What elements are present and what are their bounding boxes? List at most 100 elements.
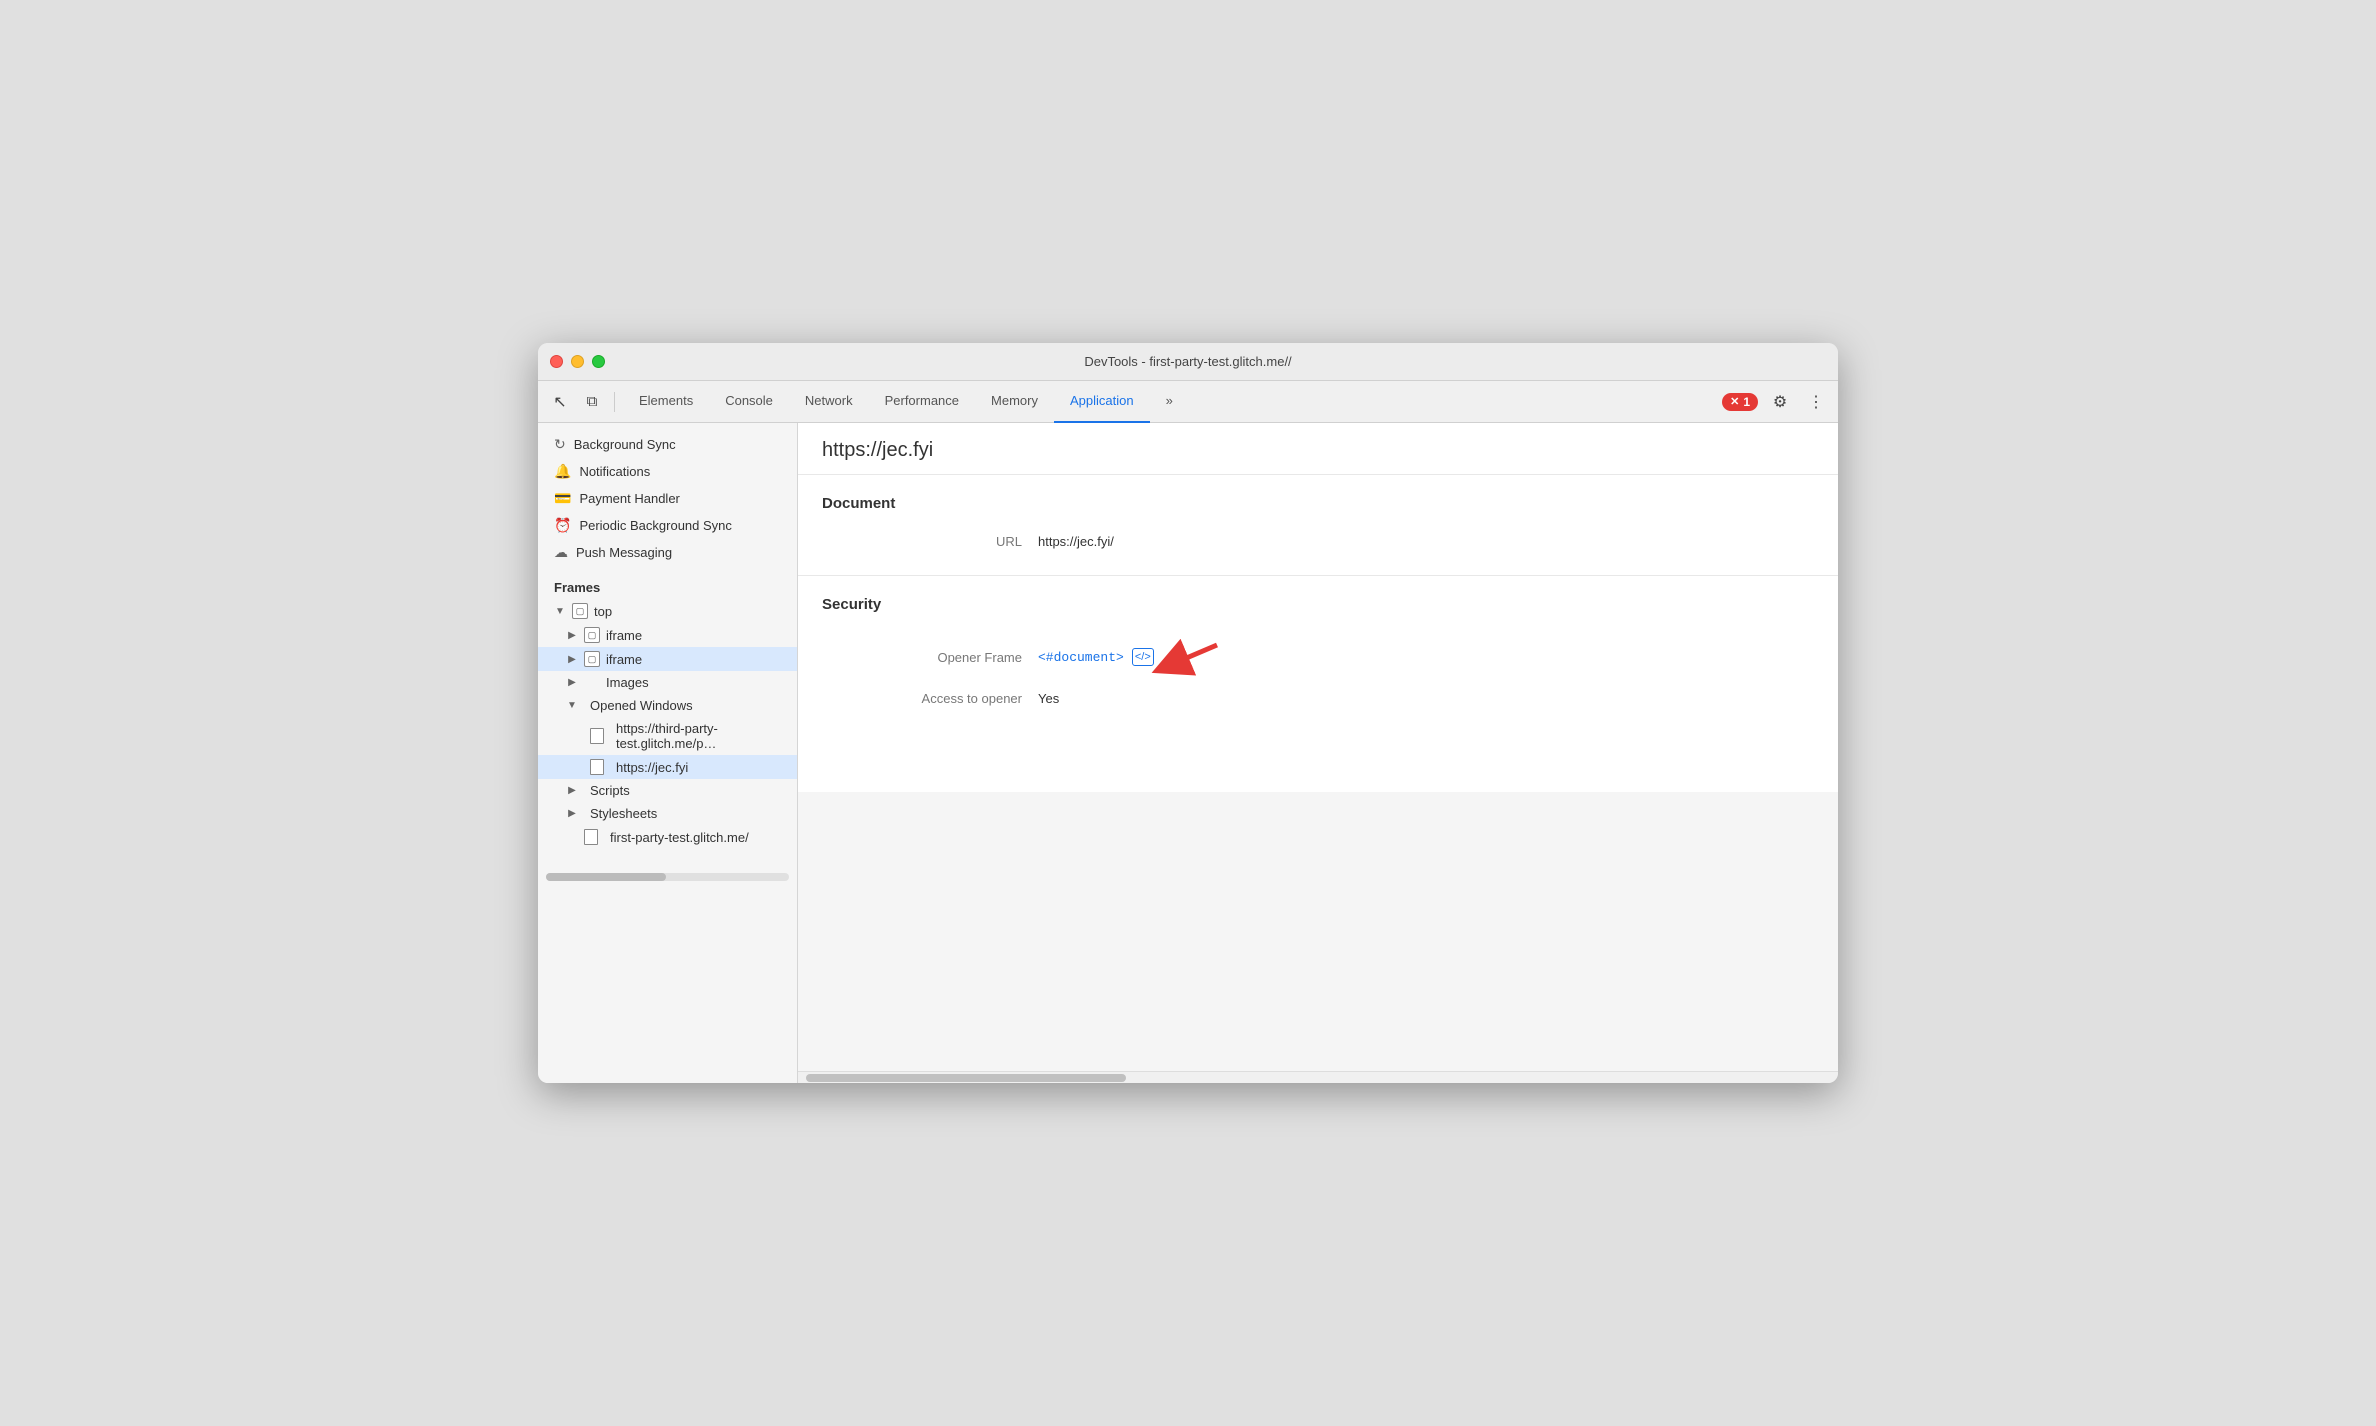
- red-arrow-annotation: [1162, 635, 1222, 679]
- error-x-icon: ✕: [1730, 395, 1739, 408]
- opener-frame-label: Opener Frame: [822, 650, 1022, 665]
- bell-icon: 🔔: [554, 463, 571, 480]
- sidebar-item-label: Notifications: [579, 464, 650, 479]
- tree-item-top[interactable]: ▼ ▢ top: [538, 599, 797, 623]
- main-wrapper: https://jec.fyi Document URL https://jec…: [798, 423, 1838, 1083]
- expand-right-icon: ▶: [566, 653, 578, 665]
- titlebar: DevTools - first-party-test.glitch.me//: [538, 343, 1838, 381]
- tree-item-label: https://third-party-test.glitch.me/p…: [616, 721, 776, 751]
- horizontal-scrollbar[interactable]: [806, 1074, 1126, 1082]
- frames-section: Frames ▼ ▢ top ▶ ▢ iframe ▶ ▢ ifram: [538, 574, 797, 849]
- tree-item-label: Opened Windows: [590, 698, 693, 713]
- tree-item-label: Stylesheets: [590, 806, 657, 821]
- sidebar-item-payment-handler[interactable]: 💳 Payment Handler: [538, 485, 797, 512]
- settings-button[interactable]: ⚙: [1766, 388, 1794, 416]
- access-opener-value: Yes: [1038, 691, 1059, 706]
- frame-box-icon: ▢: [572, 603, 588, 619]
- sidebar-item-label: Payment Handler: [579, 491, 679, 506]
- sidebar-item-label: Push Messaging: [576, 545, 672, 560]
- sidebar-item-notifications[interactable]: 🔔 Notifications: [538, 458, 797, 485]
- credit-card-icon: 💳: [554, 490, 571, 507]
- url-label: URL: [822, 534, 1022, 549]
- sidebar-item-periodic-background-sync[interactable]: ⏰ Periodic Background Sync: [538, 512, 797, 539]
- devtools-window: DevTools - first-party-test.glitch.me// …: [538, 343, 1838, 1083]
- tab-application[interactable]: Application: [1054, 381, 1150, 423]
- minimize-button[interactable]: [571, 355, 584, 368]
- settings-icon: ⚙: [1773, 392, 1787, 412]
- opener-frame-link[interactable]: <#document>: [1038, 650, 1124, 665]
- expand-down-icon: ▼: [566, 700, 578, 712]
- sidebar-item-label: Background Sync: [574, 437, 676, 452]
- tree-item-iframe2[interactable]: ▶ ▢ iframe: [538, 647, 797, 671]
- tree-item-ow1[interactable]: https://third-party-test.glitch.me/p…: [538, 717, 797, 755]
- frames-label: Frames: [538, 574, 797, 599]
- expand-right-icon: ▶: [566, 808, 578, 820]
- tree-item-opened-windows[interactable]: ▼ Opened Windows: [538, 694, 797, 717]
- window-title: DevTools - first-party-test.glitch.me//: [1084, 354, 1291, 369]
- expand-right-icon: ▶: [566, 677, 578, 689]
- tree-item-images[interactable]: ▶ Images: [538, 671, 797, 694]
- toolbar-tabs: Elements Console Network Performance Mem…: [623, 381, 1718, 423]
- sidebar-item-background-sync[interactable]: ↻ Background Sync: [538, 431, 797, 458]
- url-value: https://jec.fyi/: [1038, 534, 1114, 549]
- tab-more[interactable]: »: [1150, 381, 1189, 423]
- tree-item-label: Images: [606, 675, 649, 690]
- sidebar: ↻ Background Sync 🔔 Notifications 💳 Paym…: [538, 423, 798, 1083]
- content-url: https://jec.fyi: [798, 423, 1838, 475]
- cursor-icon: ↖: [553, 392, 566, 412]
- maximize-button[interactable]: [592, 355, 605, 368]
- tab-memory[interactable]: Memory: [975, 381, 1054, 423]
- frame-box-icon: ▢: [584, 627, 600, 643]
- tab-console[interactable]: Console: [709, 381, 789, 423]
- security-section-title: Security: [822, 596, 1814, 613]
- sidebar-scrollbar-area: [546, 873, 789, 881]
- expand-right-icon: ▶: [566, 629, 578, 641]
- document-section-title: Document: [822, 495, 1814, 512]
- bottom-scrollbar-area: [798, 1071, 1838, 1083]
- error-badge[interactable]: ✕ 1: [1722, 393, 1758, 411]
- main-layout: ↻ Background Sync 🔔 Notifications 💳 Paym…: [538, 423, 1838, 1083]
- more-options-button[interactable]: ⋮: [1802, 388, 1830, 416]
- expand-right-icon: ▶: [566, 785, 578, 797]
- tab-network[interactable]: Network: [789, 381, 869, 423]
- main-content: https://jec.fyi Document URL https://jec…: [798, 423, 1838, 792]
- tree-item-label: https://jec.fyi: [616, 760, 688, 775]
- tab-performance[interactable]: Performance: [869, 381, 975, 423]
- access-opener-row: Access to opener Yes: [822, 685, 1814, 712]
- url-field-row: URL https://jec.fyi/: [822, 528, 1814, 555]
- device-toolbar-button[interactable]: ⧉: [578, 388, 606, 416]
- sidebar-item-push-messaging[interactable]: ☁ Push Messaging: [538, 539, 797, 566]
- background-sync-icon: ↻: [554, 436, 566, 453]
- tree-item-label: top: [594, 604, 612, 619]
- document-section: Document URL https://jec.fyi/: [798, 475, 1838, 576]
- cloud-icon: ☁: [554, 544, 568, 561]
- code-icon[interactable]: </>: [1132, 648, 1154, 666]
- opener-frame-value-container: <#document> </>: [1038, 635, 1222, 679]
- tree-item-first-party[interactable]: first-party-test.glitch.me/: [538, 825, 797, 849]
- expand-down-icon: ▼: [554, 605, 566, 617]
- toolbar-right: ✕ 1 ⚙ ⋮: [1722, 388, 1830, 416]
- tree-item-label: first-party-test.glitch.me/: [610, 830, 749, 845]
- cursor-tool-button[interactable]: ↖: [546, 388, 574, 416]
- doc-icon: [590, 759, 604, 775]
- tree-item-ow2[interactable]: https://jec.fyi: [538, 755, 797, 779]
- tab-elements[interactable]: Elements: [623, 381, 709, 423]
- sidebar-item-label: Periodic Background Sync: [579, 518, 731, 533]
- traffic-lights: [550, 355, 605, 368]
- sidebar-scrollbar[interactable]: [546, 873, 666, 881]
- frame-box-icon: ▢: [584, 651, 600, 667]
- toolbar: ↖ ⧉ Elements Console Network Performance…: [538, 381, 1838, 423]
- main-content-area: https://jec.fyi Document URL https://jec…: [798, 423, 1838, 1071]
- opener-frame-row: Opener Frame <#document> </>: [822, 629, 1814, 685]
- tree-item-label: Scripts: [590, 783, 630, 798]
- security-section: Security Opener Frame <#document> </>: [798, 576, 1838, 792]
- tree-item-label: iframe: [606, 652, 642, 667]
- tree-item-iframe1[interactable]: ▶ ▢ iframe: [538, 623, 797, 647]
- device-icon: ⧉: [587, 393, 598, 410]
- doc-icon: [584, 829, 598, 845]
- error-count: 1: [1743, 395, 1750, 409]
- tree-item-scripts[interactable]: ▶ Scripts: [538, 779, 797, 802]
- close-button[interactable]: [550, 355, 563, 368]
- access-opener-label: Access to opener: [822, 691, 1022, 706]
- tree-item-stylesheets[interactable]: ▶ Stylesheets: [538, 802, 797, 825]
